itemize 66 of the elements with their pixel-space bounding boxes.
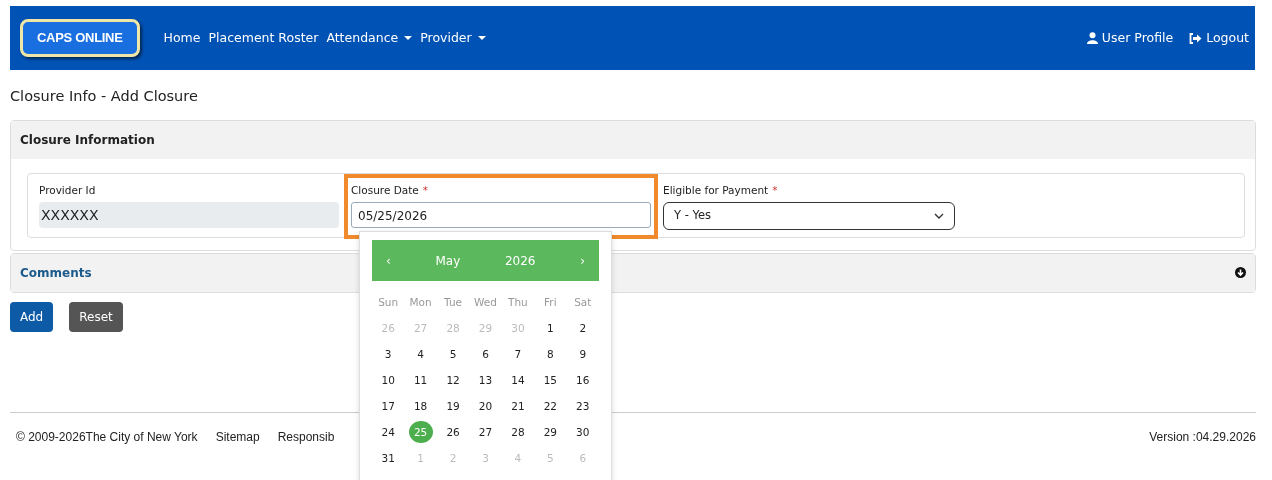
calendar-day[interactable]: 22 bbox=[538, 395, 563, 417]
weekday-label: Tue bbox=[443, 295, 464, 310]
nav-link[interactable]: Logout bbox=[1189, 28, 1249, 48]
nav-link[interactable]: Provider bbox=[420, 28, 486, 48]
calendar-day[interactable]: 31 bbox=[376, 447, 401, 469]
date-field[interactable]: 05/25/2026 bbox=[351, 201, 651, 228]
chevron-down-icon bbox=[934, 212, 944, 219]
calendar-day[interactable]: 23 bbox=[570, 395, 595, 417]
weekday-label: Sun bbox=[377, 295, 400, 310]
calendar-day[interactable]: 10 bbox=[376, 369, 401, 391]
calendar-day[interactable]: 4 bbox=[408, 343, 433, 365]
logout-icon bbox=[1189, 32, 1203, 44]
calendar-day[interactable]: 2 bbox=[570, 317, 595, 339]
calendar-day[interactable]: 5 bbox=[441, 343, 466, 365]
footer-link[interactable]: Responsib bbox=[277, 427, 335, 446]
calendar-day[interactable]: 7 bbox=[505, 343, 530, 365]
required-mark: * bbox=[422, 182, 429, 198]
logo[interactable]: CAPS ONLINE bbox=[20, 19, 140, 57]
calendar-day[interactable]: 9 bbox=[570, 343, 595, 365]
calendar-day[interactable]: 19 bbox=[441, 395, 466, 417]
weekday-label: Mon bbox=[408, 295, 433, 310]
calendar-day[interactable]: 6 bbox=[473, 343, 498, 365]
field-label: Closure Date bbox=[351, 182, 419, 198]
required-mark: * bbox=[772, 182, 778, 198]
input-field: XXXXXX bbox=[39, 201, 339, 228]
calendar-day[interactable]: 3 bbox=[376, 343, 401, 365]
field-label: Eligible for Payment bbox=[663, 182, 769, 198]
nav-link[interactable]: User Profile bbox=[1086, 28, 1174, 48]
calendar-day[interactable]: 14 bbox=[505, 369, 530, 391]
nav-link[interactable]: Attendance bbox=[326, 28, 413, 48]
page-title: Closure Info - Add Closure bbox=[10, 87, 199, 106]
calendar-day[interactable]: 18 bbox=[408, 395, 433, 417]
calendar-day[interactable]: 26 bbox=[441, 421, 466, 443]
nav-link[interactable]: Placement Roster bbox=[208, 28, 319, 48]
calendar-day[interactable]: 30 bbox=[570, 421, 595, 443]
calendar-day[interactable]: 24 bbox=[376, 421, 401, 443]
version-text: Version :04.29.2026 bbox=[1149, 428, 1256, 446]
calendar-day[interactable]: 8 bbox=[538, 343, 563, 365]
section-title: Comments bbox=[20, 264, 92, 282]
reset-button[interactable]: Reset bbox=[69, 301, 123, 332]
field-label: Provider Id bbox=[39, 182, 96, 198]
calendar-day[interactable]: 29 bbox=[538, 421, 563, 443]
weekday-label: Fri bbox=[543, 295, 558, 310]
copyright-text: © 2009-2026 bbox=[16, 428, 86, 446]
select-field[interactable]: Y - Yes bbox=[663, 201, 955, 230]
expand-icon bbox=[1235, 267, 1246, 278]
section-header: Closure Information bbox=[11, 120, 1255, 159]
calendar-day[interactable]: 17 bbox=[376, 395, 401, 417]
calendar-day[interactable]: 11 bbox=[408, 369, 433, 391]
nav-link[interactable]: Home bbox=[163, 28, 201, 48]
weekday-label: Thu bbox=[507, 295, 529, 310]
user-icon bbox=[1086, 32, 1098, 44]
calendar-day[interactable]: 21 bbox=[505, 395, 530, 417]
calendar-day[interactable]: 1 bbox=[538, 317, 563, 339]
calendar-day[interactable]: 16 bbox=[570, 369, 595, 391]
calendar-day[interactable]: 12 bbox=[441, 369, 466, 391]
calendar-day[interactable]: 28 bbox=[505, 421, 530, 443]
calendar-day[interactable]: 15 bbox=[538, 369, 563, 391]
calendar-day[interactable]: 20 bbox=[473, 395, 498, 417]
footer-link[interactable]: The City of New York bbox=[85, 427, 198, 446]
calendar-day[interactable]: 13 bbox=[473, 369, 498, 391]
weekday-label: Sat bbox=[573, 295, 593, 310]
calendar-day[interactable]: 27 bbox=[473, 421, 498, 443]
add-button[interactable]: Add bbox=[10, 301, 54, 332]
footer-link[interactable]: Sitemap bbox=[215, 427, 260, 446]
weekday-label: Wed bbox=[473, 295, 498, 310]
